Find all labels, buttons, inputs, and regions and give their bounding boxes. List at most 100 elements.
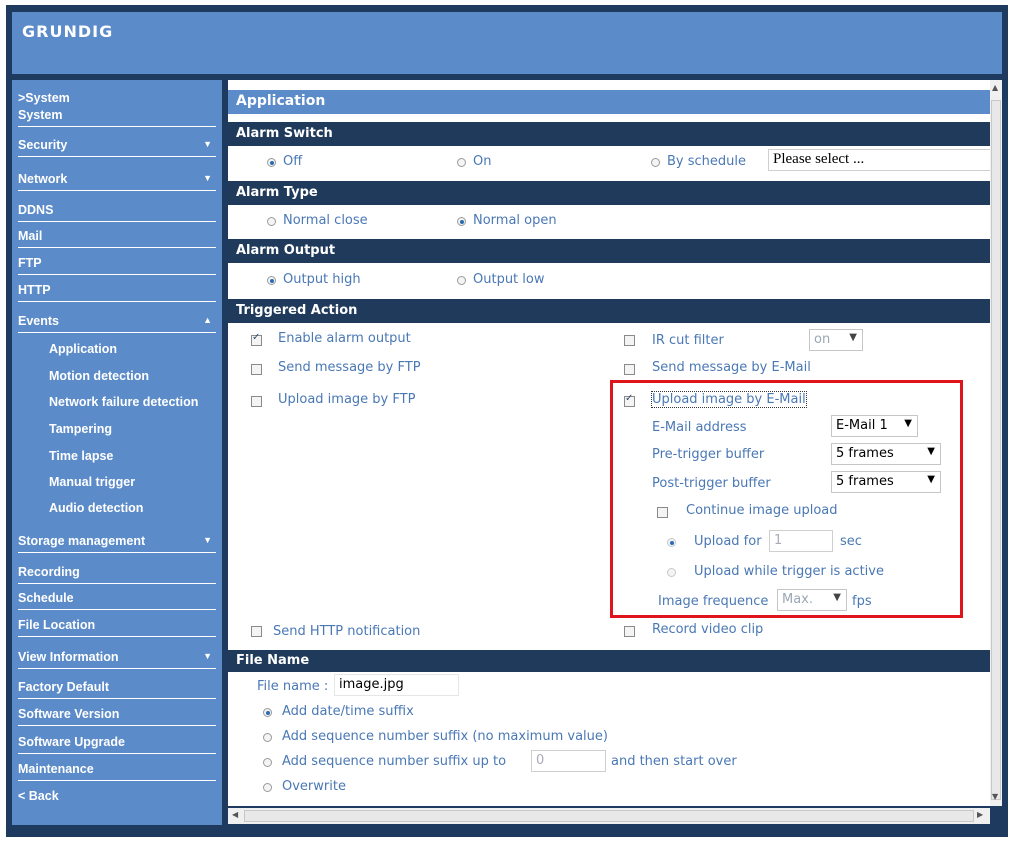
pre-trigger-buffer-select[interactable]: 5 frames ▼ bbox=[831, 443, 941, 465]
sidebar-item-label: Recording bbox=[18, 565, 80, 579]
sidebar-item-recording[interactable]: Recording bbox=[18, 562, 216, 584]
record-video-clip-checkbox[interactable] bbox=[624, 626, 635, 637]
sidebar-item-maintenance[interactable]: Maintenance bbox=[18, 759, 216, 781]
chevron-down-icon: ▼ bbox=[904, 418, 912, 429]
alarm-switch-schedule-radio[interactable] bbox=[651, 158, 660, 167]
triggered-action-heading: Triggered Action bbox=[228, 299, 990, 323]
vertical-scroll-thumb[interactable] bbox=[991, 100, 1001, 800]
sidebar-item-security[interactable]: Security ▼ bbox=[18, 135, 216, 157]
send-message-ftp-label: Send message by FTP bbox=[278, 360, 421, 375]
sidebar-item-schedule[interactable]: Schedule bbox=[18, 588, 216, 610]
sidebar-item-label: System bbox=[18, 108, 63, 122]
sidebar-item-label: Factory Default bbox=[18, 680, 109, 694]
sidebar-item-manual-trigger[interactable]: Manual trigger bbox=[18, 472, 216, 494]
send-message-ftp-checkbox[interactable] bbox=[251, 364, 262, 375]
ir-cut-filter-checkbox[interactable] bbox=[624, 335, 635, 346]
upload-image-ftp-checkbox[interactable] bbox=[251, 396, 262, 407]
horizontal-scrollbar[interactable]: ◀ ▶ bbox=[228, 808, 990, 824]
sidebar-item-software-version[interactable]: Software Version bbox=[18, 704, 216, 726]
post-trigger-buffer-select[interactable]: 5 frames ▼ bbox=[831, 471, 941, 493]
upload-for-radio[interactable] bbox=[667, 538, 676, 547]
record-video-clip-label: Record video clip bbox=[652, 622, 764, 637]
seq-upto-input[interactable]: 0 bbox=[531, 750, 606, 772]
send-http-notification-checkbox[interactable] bbox=[251, 626, 262, 637]
sidebar-item-mail[interactable]: Mail bbox=[18, 226, 216, 248]
sidebar-item-view-information[interactable]: View Information ▼ bbox=[18, 647, 216, 669]
alarm-switch-off-label: Off bbox=[283, 154, 303, 169]
sidebar-item-label: Network bbox=[18, 172, 68, 186]
upload-image-email-checkbox[interactable] bbox=[624, 393, 635, 407]
sidebar-item-network-failure-detection[interactable]: Network failure detection bbox=[18, 392, 216, 414]
sidebar-item-label: DDNS bbox=[18, 203, 54, 217]
enable-alarm-output-label: Enable alarm output bbox=[278, 331, 411, 346]
add-seq-nomax-radio[interactable] bbox=[263, 733, 272, 742]
add-seq-upto-label: Add sequence number suffix up to bbox=[282, 754, 507, 769]
normal-close-radio[interactable] bbox=[267, 217, 276, 226]
sidebar-item-software-upgrade[interactable]: Software Upgrade bbox=[18, 732, 216, 754]
upload-for-input[interactable]: 1 bbox=[769, 530, 833, 552]
scroll-down-icon[interactable]: ▼ bbox=[992, 792, 998, 801]
continue-image-upload-checkbox[interactable] bbox=[657, 507, 668, 518]
add-seq-upto-radio[interactable] bbox=[263, 758, 272, 767]
email-address-label: E-Mail address bbox=[652, 420, 747, 435]
overwrite-label: Overwrite bbox=[282, 779, 346, 794]
sidebar-item-label: Storage management bbox=[18, 534, 146, 548]
sidebar-item-back[interactable]: < Back bbox=[18, 786, 216, 808]
sidebar-item-events[interactable]: Events ▲ bbox=[18, 311, 216, 333]
file-name-heading: File Name bbox=[228, 650, 990, 672]
vertical-scrollbar[interactable]: ▲ ▼ bbox=[990, 80, 1002, 806]
content-panel: Application Alarm Switch Off On By sched… bbox=[228, 80, 990, 806]
sidebar-item-label: >System bbox=[18, 91, 70, 105]
chevron-down-icon: ▼ bbox=[849, 332, 857, 343]
overwrite-radio[interactable] bbox=[263, 783, 272, 792]
scroll-up-icon[interactable]: ▲ bbox=[992, 83, 998, 92]
sidebar-item-file-location[interactable]: File Location bbox=[18, 615, 216, 637]
alarm-switch-off-radio[interactable] bbox=[267, 158, 276, 167]
image-frequence-select[interactable]: Max. ▼ bbox=[777, 589, 847, 611]
file-name-input[interactable]: image.jpg bbox=[334, 674, 459, 696]
alarm-switch-heading: Alarm Switch bbox=[228, 122, 990, 146]
send-message-email-checkbox[interactable] bbox=[624, 364, 635, 375]
sidebar-item-storage-management[interactable]: Storage management ▼ bbox=[18, 531, 216, 553]
sidebar-item-label: FTP bbox=[18, 256, 42, 270]
post-trigger-buffer-label: Post-trigger buffer bbox=[652, 476, 771, 491]
output-low-label: Output low bbox=[473, 272, 545, 287]
sidebar-item-label: Software Upgrade bbox=[18, 735, 125, 749]
email-address-value: E-Mail 1 bbox=[836, 418, 888, 433]
sidebar-item-application[interactable]: Application bbox=[18, 339, 216, 361]
alarm-switch-on-label: On bbox=[473, 154, 492, 169]
file-name-label: File name : bbox=[257, 679, 329, 694]
normal-open-radio[interactable] bbox=[457, 217, 466, 226]
output-low-radio[interactable] bbox=[457, 276, 466, 285]
schedule-select[interactable]: Please select ... bbox=[768, 149, 990, 171]
sidebar-item-system[interactable]: System bbox=[18, 105, 216, 127]
sidebar-item-time-lapse[interactable]: Time lapse bbox=[18, 446, 216, 468]
upload-while-active-label: Upload while trigger is active bbox=[694, 564, 884, 579]
upload-image-ftp-label: Upload image by FTP bbox=[278, 392, 416, 407]
add-datetime-radio[interactable] bbox=[263, 708, 272, 717]
sidebar-item-audio-detection[interactable]: Audio detection bbox=[18, 498, 216, 520]
enable-alarm-output-checkbox[interactable] bbox=[251, 332, 262, 346]
sidebar-item-factory-default[interactable]: Factory Default bbox=[18, 677, 216, 699]
add-datetime-label: Add date/time suffix bbox=[282, 704, 414, 719]
sidebar-item-http[interactable]: HTTP bbox=[18, 280, 216, 302]
sidebar-item-ftp[interactable]: FTP bbox=[18, 253, 216, 275]
sidebar-item-label: Application bbox=[49, 342, 118, 356]
output-high-radio[interactable] bbox=[267, 276, 276, 285]
alarm-switch-on-radio[interactable] bbox=[457, 158, 466, 167]
scroll-left-icon[interactable]: ◀ bbox=[232, 810, 238, 819]
upload-while-active-radio[interactable] bbox=[667, 568, 676, 577]
sidebar: >System System Security ▼ Network ▼ DDNS M… bbox=[12, 80, 222, 825]
sidebar-item-network[interactable]: Network ▼ bbox=[18, 169, 216, 191]
email-address-select[interactable]: E-Mail 1 ▼ bbox=[831, 415, 918, 437]
sidebar-item-motion-detection[interactable]: Motion detection bbox=[18, 366, 216, 388]
sidebar-item-ddns[interactable]: DDNS bbox=[18, 200, 216, 222]
alarm-type-heading: Alarm Type bbox=[228, 181, 990, 205]
scroll-right-icon[interactable]: ▶ bbox=[977, 810, 983, 819]
horizontal-scroll-thumb[interactable] bbox=[244, 810, 974, 822]
send-http-notification-label: Send HTTP notification bbox=[273, 624, 421, 639]
ir-cut-filter-select[interactable]: on ▼ bbox=[809, 329, 863, 351]
sidebar-item-label: Software Version bbox=[18, 707, 120, 721]
sidebar-item-tampering[interactable]: Tampering bbox=[18, 419, 216, 441]
upload-image-email-label: Upload image by E-Mail bbox=[651, 391, 807, 408]
